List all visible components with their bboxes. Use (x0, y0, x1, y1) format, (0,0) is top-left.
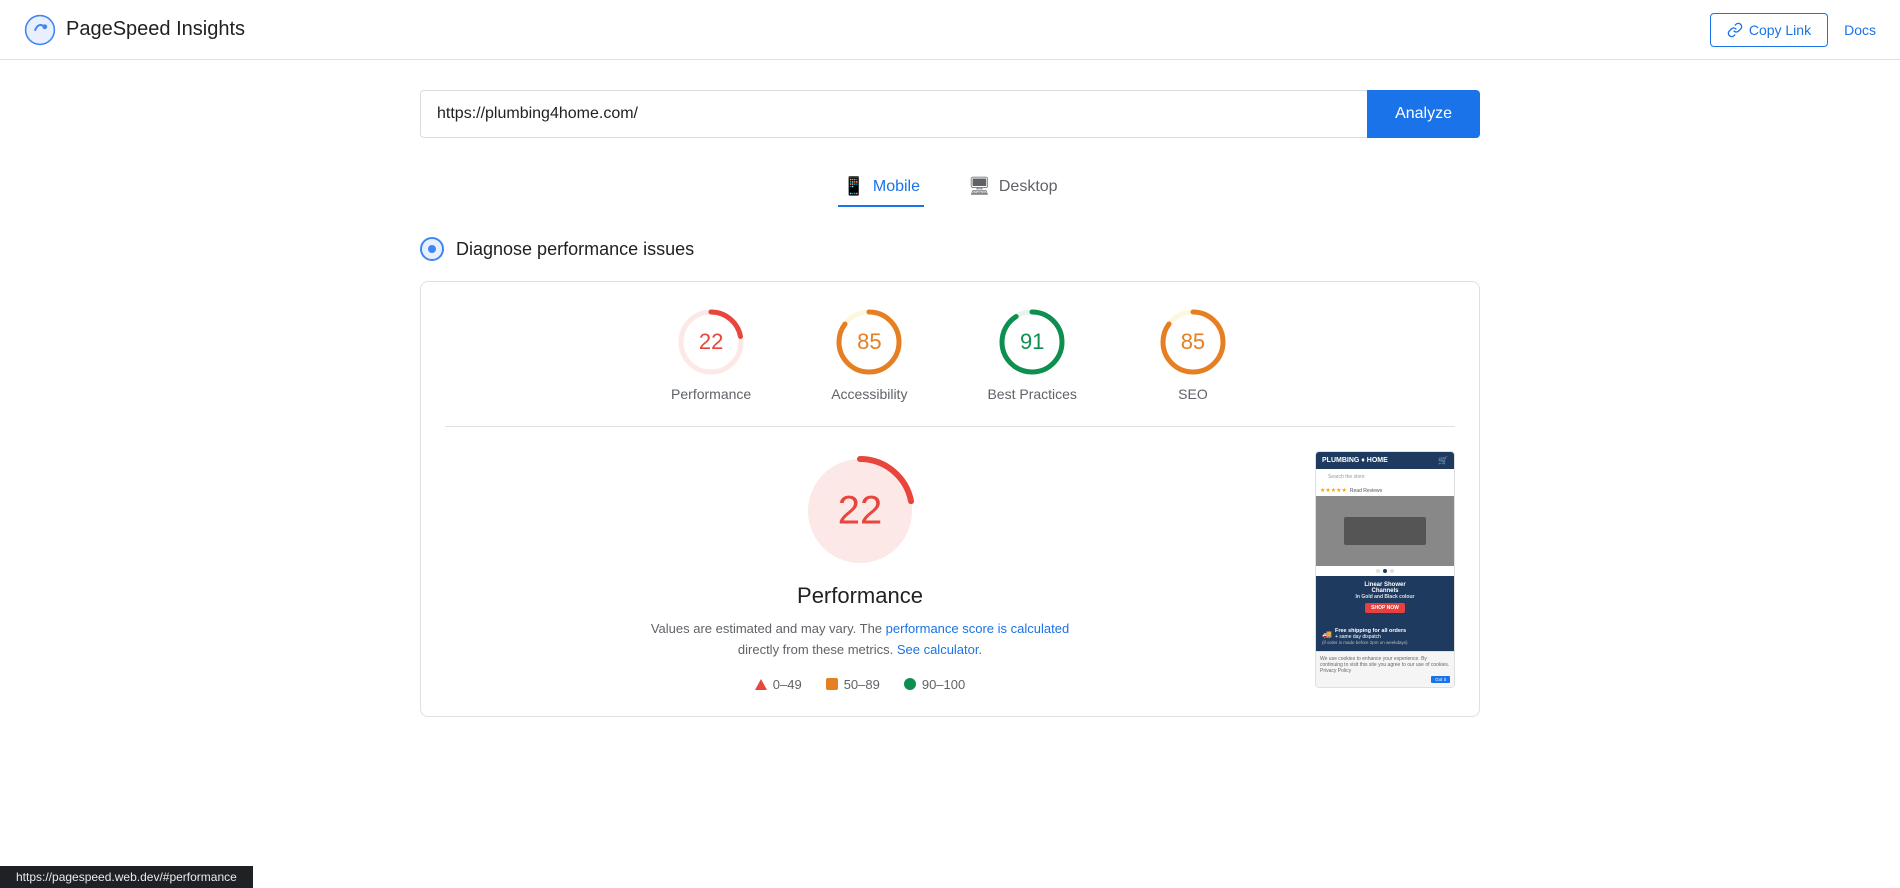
score-label-performance: Performance (671, 386, 751, 402)
analyze-button[interactable]: Analyze (1367, 90, 1480, 138)
legend-triangle-icon (755, 679, 767, 690)
tab-mobile[interactable]: 📱 Mobile (838, 168, 924, 207)
preview-banner: Linear Shower Channels In Gold and Black… (1316, 576, 1454, 622)
pagespeed-logo-icon (24, 14, 56, 46)
perf-score-link[interactable]: performance score is calculated (886, 621, 1070, 636)
preview-shipping: 🚚 Free shipping for all orders + same da… (1316, 622, 1454, 651)
tab-desktop-label: Desktop (999, 178, 1058, 196)
docs-link[interactable]: Docs (1844, 22, 1876, 38)
big-score-circle: 22 (800, 451, 920, 571)
logo: PageSpeed Insights (24, 14, 245, 46)
score-value-performance: 22 (699, 329, 723, 355)
legend-item-needs-improvement: 50–89 (826, 677, 880, 692)
score-item-best-practices[interactable]: 91 Best Practices (987, 306, 1076, 402)
diagnose-icon (420, 237, 444, 261)
preview-cart-icon: 🛒 (1438, 456, 1448, 465)
preview-hero-bg (1316, 496, 1454, 566)
link-icon (1727, 22, 1743, 38)
scores-card: 22 Performance 85 Accessibility (420, 281, 1480, 717)
scores-row: 22 Performance 85 Accessibility (445, 306, 1455, 427)
copy-link-label: Copy Link (1749, 22, 1811, 38)
tabs-container: 📱 Mobile 🖥 Desktop (420, 168, 1480, 207)
preview-got-it-btn: Got it (1431, 676, 1450, 683)
legend-square-icon (826, 678, 838, 690)
score-description: Values are estimated and may vary. The p… (650, 619, 1070, 661)
score-value-best-practices: 91 (1020, 329, 1044, 355)
preview-search-input: Search the store (1324, 472, 1446, 482)
legend-needs-label: 50–89 (844, 677, 880, 692)
legend-good-label: 90–100 (922, 677, 965, 692)
preview-hero (1316, 496, 1454, 566)
preview-truck-icon: 🚚 (1322, 630, 1332, 639)
big-score-container: 22 Performance Values are estimated and … (445, 451, 1275, 661)
preview-banner-sub: In Gold and Black colour (1320, 594, 1450, 600)
score-label-accessibility: Accessibility (831, 386, 907, 402)
score-value-accessibility: 85 (857, 329, 881, 355)
score-legend: 0–49 50–89 90–100 (445, 677, 1275, 692)
tab-mobile-label: Mobile (873, 178, 920, 196)
calculator-link[interactable]: See calculator. (897, 642, 982, 657)
preview-cookie-btn-row: Got it (1320, 676, 1450, 683)
preview-reviews-text: Read Reviews (1350, 488, 1382, 494)
score-desc-text: Values are estimated and may vary. The (651, 621, 886, 636)
score-item-accessibility[interactable]: 85 Accessibility (831, 306, 907, 402)
desktop-icon: 🖥 (968, 176, 991, 197)
diagnose-inner-dot (428, 245, 436, 253)
score-circle-performance: 22 (675, 306, 747, 378)
legend-item-poor: 0–49 (755, 677, 802, 692)
copy-link-button[interactable]: Copy Link (1710, 13, 1828, 47)
preview-shipping-text: Free shipping for all orders + same day … (1335, 628, 1406, 640)
preview-stars: ★★★★★ (1320, 487, 1347, 494)
preview-reviews: ★★★★★ Read Reviews (1316, 485, 1454, 496)
preview-logo: PLUMBING ♦ HOME (1322, 457, 1388, 464)
detail-section: 22 Performance Values are estimated and … (445, 451, 1455, 692)
score-circle-best-practices: 91 (996, 306, 1068, 378)
main-content: Analyze 📱 Mobile 🖥 Desktop Diagnose perf… (400, 60, 1500, 767)
score-item-performance[interactable]: 22 Performance (671, 306, 751, 402)
preview-dot-3 (1390, 569, 1394, 573)
preview-cookie-text: We use cookies to enhance your experienc… (1320, 656, 1450, 674)
preview-search-bar: Search the store (1316, 469, 1454, 485)
diagnose-header: Diagnose performance issues (420, 237, 1480, 261)
big-score-value: 22 (838, 489, 883, 534)
legend-dot-icon (904, 678, 916, 690)
preview-shop-now-btn: SHOP NOW (1365, 603, 1405, 613)
status-bar: https://pagespeed.web.dev/#performance (0, 866, 253, 888)
header-actions: Copy Link Docs (1710, 13, 1876, 47)
big-score-title: Performance (797, 583, 923, 609)
tab-desktop[interactable]: 🖥 Desktop (964, 168, 1062, 207)
status-url: https://pagespeed.web.dev/#performance (16, 870, 237, 884)
logo-text: PageSpeed Insights (66, 18, 245, 41)
score-value-seo: 85 (1181, 329, 1205, 355)
preview-product-shape (1344, 517, 1427, 545)
website-preview-container: PLUMBING ♦ HOME 🛒 Search the store ★★★★★… (1315, 451, 1455, 692)
score-circle-seo: 85 (1157, 306, 1229, 378)
diagnose-title: Diagnose performance issues (456, 239, 694, 260)
score-item-seo[interactable]: 85 SEO (1157, 306, 1229, 402)
preview-shipping-note: (if order is made before 2pm on weekdays… (1322, 640, 1448, 645)
preview-shipping-row: 🚚 Free shipping for all orders + same da… (1322, 628, 1448, 640)
mobile-icon: 📱 (842, 176, 864, 197)
preview-dot-2 (1383, 569, 1387, 573)
url-input[interactable] (420, 90, 1367, 138)
website-preview: PLUMBING ♦ HOME 🛒 Search the store ★★★★★… (1315, 451, 1455, 688)
score-label-best-practices: Best Practices (987, 386, 1076, 402)
detail-left: 22 Performance Values are estimated and … (445, 451, 1275, 692)
url-bar-container: Analyze (420, 90, 1480, 138)
preview-nav: PLUMBING ♦ HOME 🛒 (1316, 452, 1454, 469)
header: PageSpeed Insights Copy Link Docs (0, 0, 1900, 60)
score-label-seo: SEO (1178, 386, 1208, 402)
diagnose-section: Diagnose performance issues 22 Performan… (420, 237, 1480, 717)
score-desc-mid: directly from these metrics. (738, 642, 897, 657)
preview-cookie-banner: We use cookies to enhance your experienc… (1316, 651, 1454, 687)
preview-dot-1 (1376, 569, 1380, 573)
preview-carousel-dots (1316, 566, 1454, 576)
legend-poor-label: 0–49 (773, 677, 802, 692)
score-circle-accessibility: 85 (833, 306, 905, 378)
legend-item-good: 90–100 (904, 677, 965, 692)
